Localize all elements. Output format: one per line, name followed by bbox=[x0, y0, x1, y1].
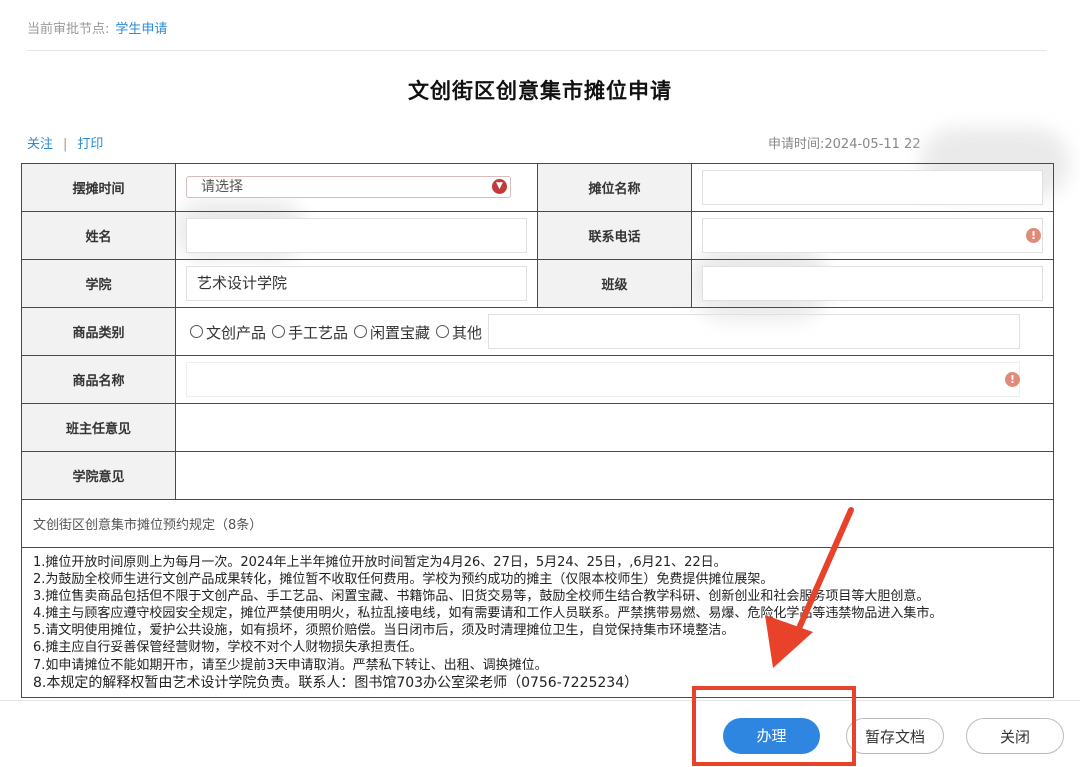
annotation-arrow bbox=[765, 507, 854, 668]
